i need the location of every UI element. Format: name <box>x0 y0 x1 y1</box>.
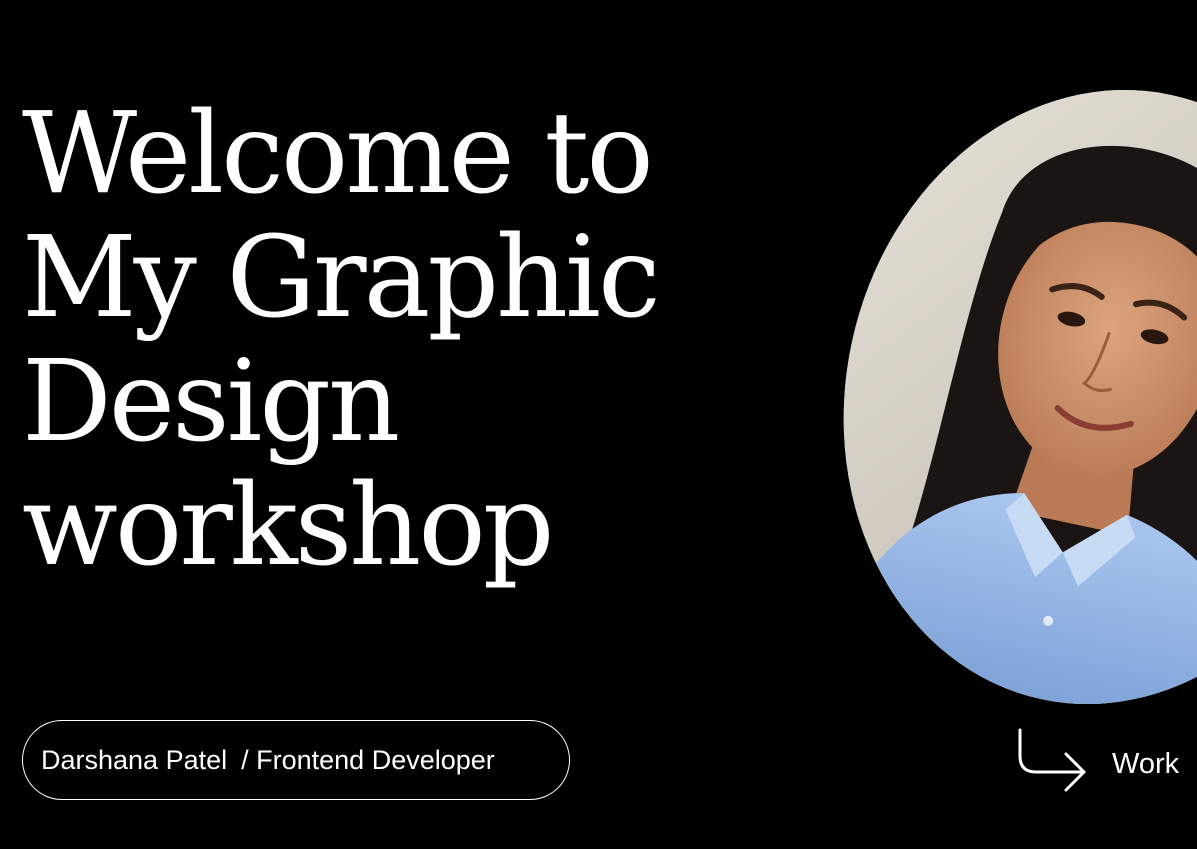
presenter-role: / Frontend Developer <box>241 744 495 775</box>
presenter-name: Darshana Patel <box>41 744 228 775</box>
portrait-illustration <box>787 40 1197 754</box>
slide: Welcome to My Graphic Design workshop Da… <box>0 0 1197 849</box>
work-link[interactable]: Work <box>1112 748 1179 781</box>
presenter-pill: Darshana Patel / Frontend Developer <box>22 720 570 800</box>
headline-line-3: Design <box>22 337 400 467</box>
headline-line-4: workshop <box>22 461 554 591</box>
headline-line-1: Welcome to <box>22 89 654 219</box>
headline: Welcome to My Graphic Design workshop <box>22 89 661 591</box>
headline-line-2: My Graphic <box>22 213 661 343</box>
arrow-down-right-icon[interactable] <box>1014 728 1090 798</box>
presenter-photo <box>787 40 1197 754</box>
